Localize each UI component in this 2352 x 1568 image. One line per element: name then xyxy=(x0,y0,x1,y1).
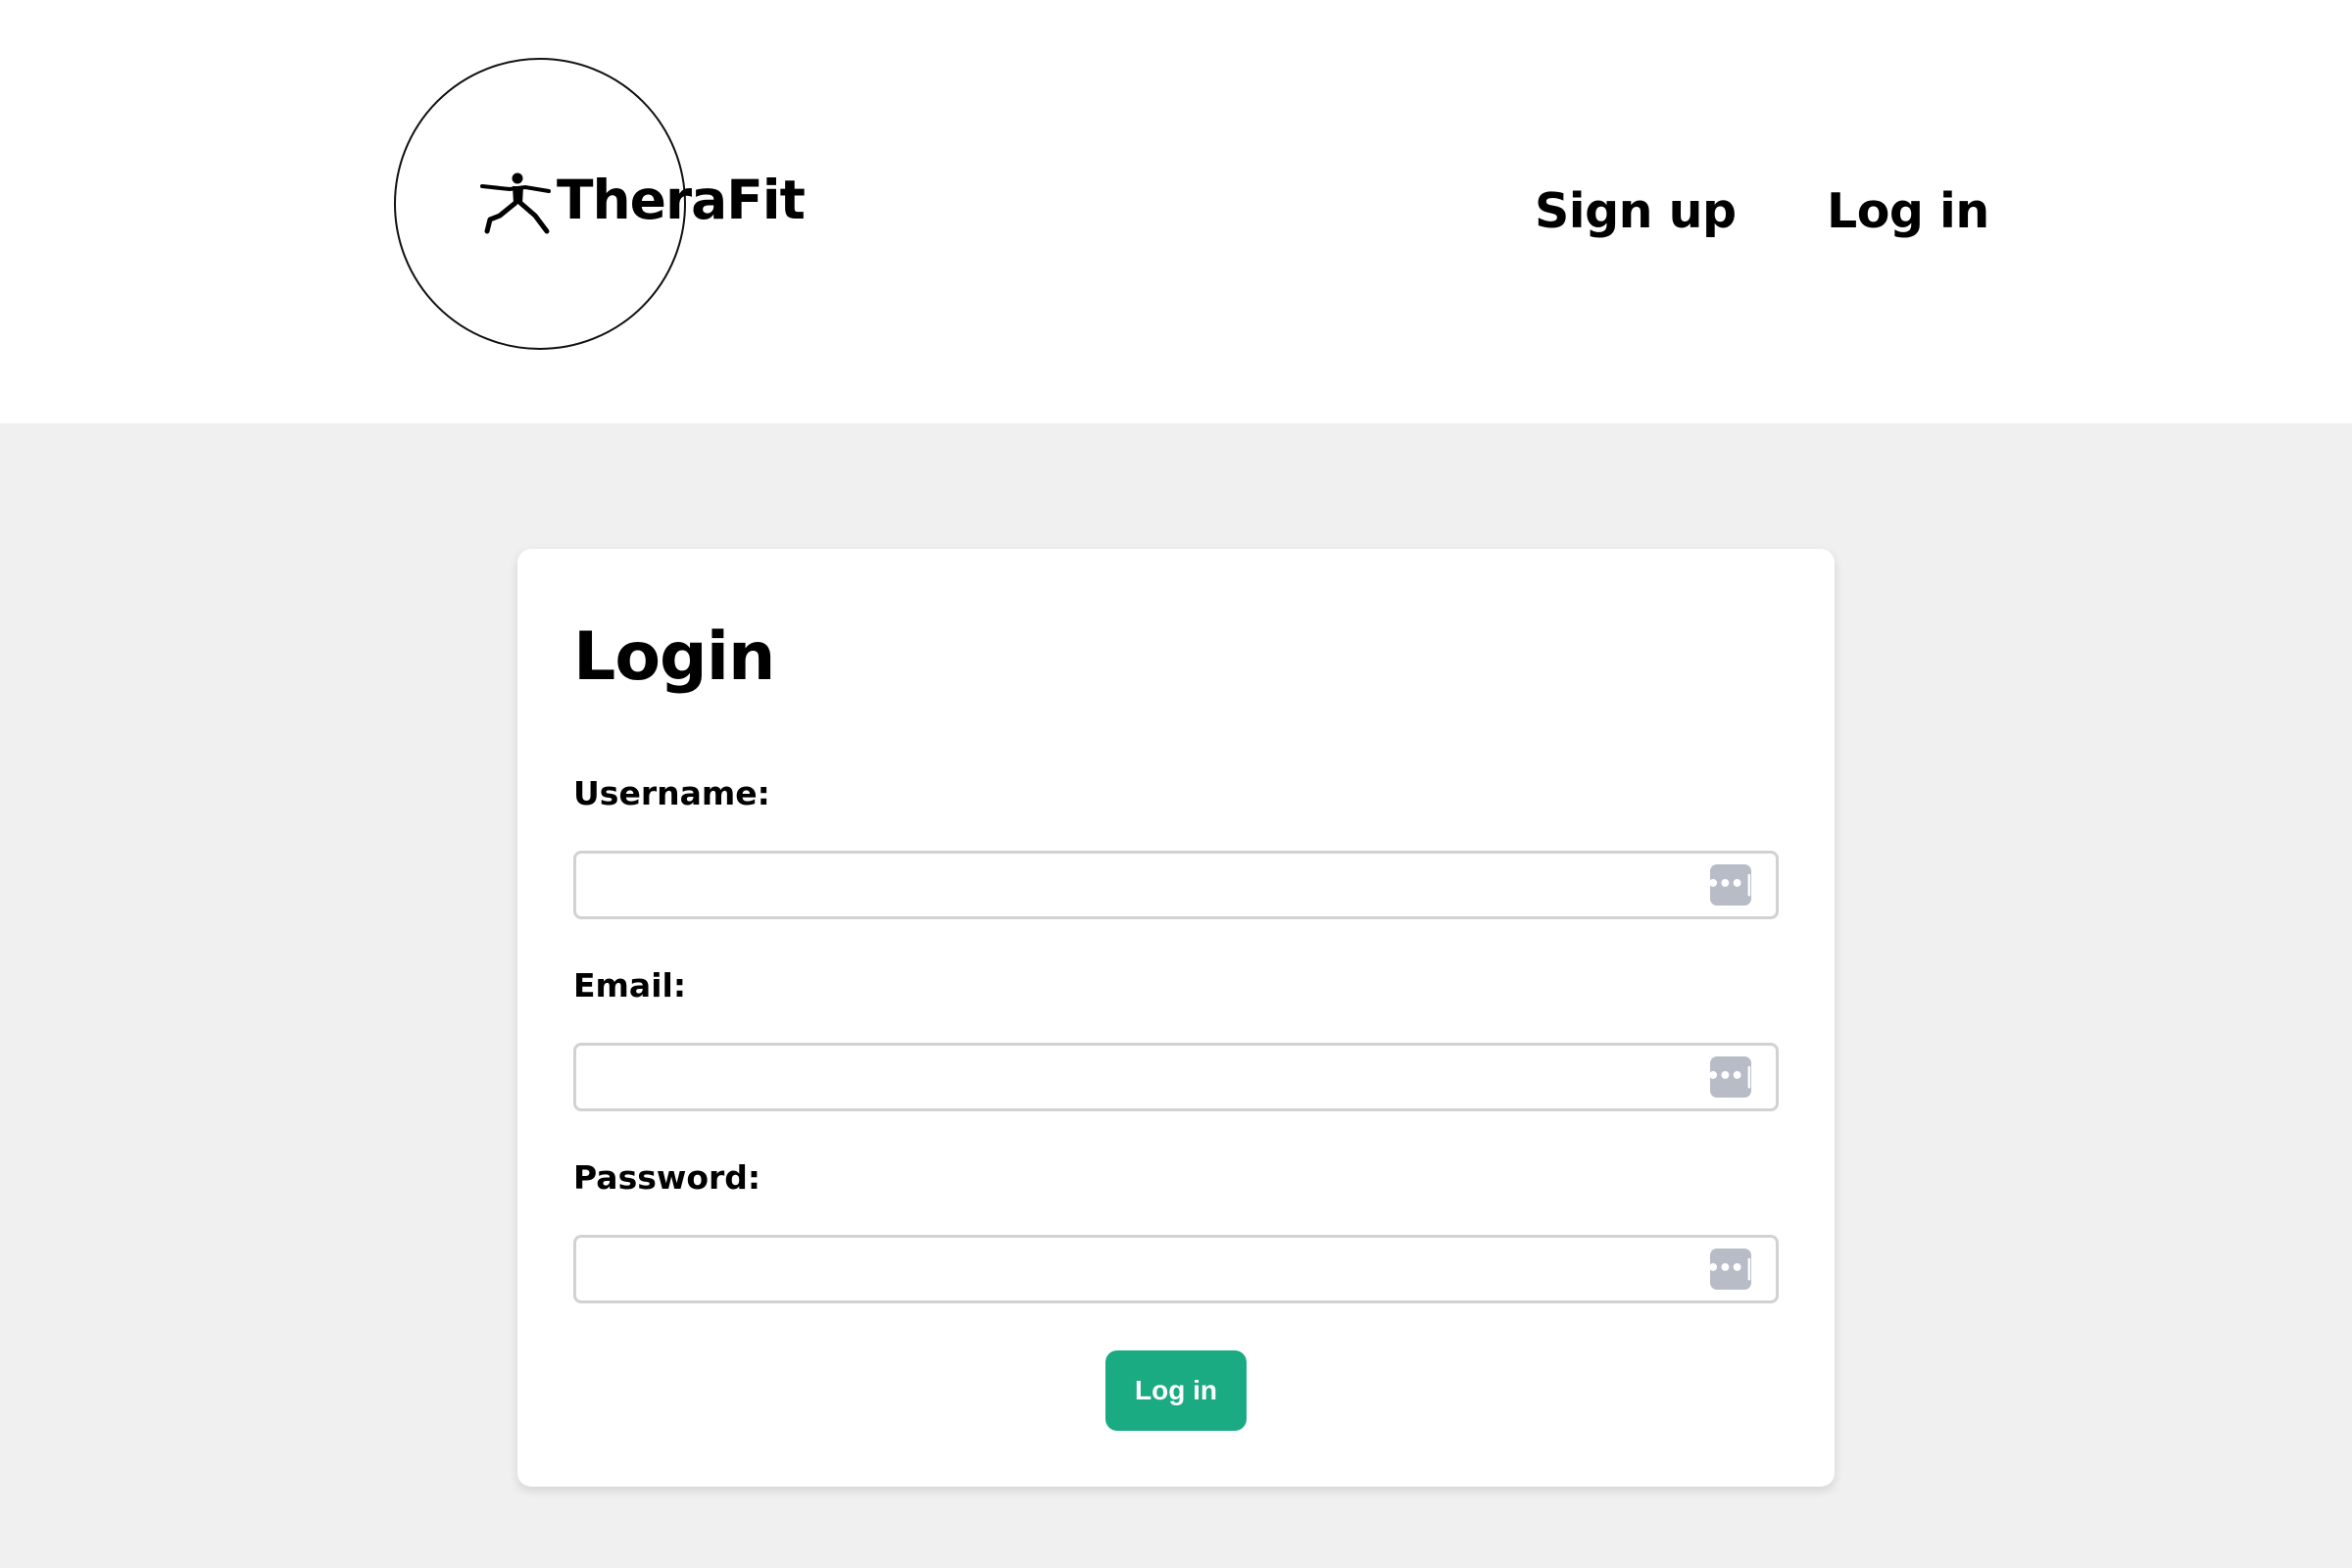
password-label: Password: xyxy=(573,1158,761,1197)
password-input[interactable] xyxy=(573,1235,1779,1303)
brand-name[interactable]: TheraFit xyxy=(557,169,806,231)
username-label: Username: xyxy=(573,774,770,812)
site-header: TheraFit Sign up Log in xyxy=(0,0,2352,423)
login-submit-button[interactable]: Log in xyxy=(1105,1350,1247,1431)
email-input[interactable] xyxy=(573,1043,1779,1111)
autofill-key-icon[interactable]: •••| xyxy=(1707,864,1755,906)
autofill-key-icon[interactable]: •••| xyxy=(1707,1249,1755,1290)
autofill-key-icon[interactable]: •••| xyxy=(1707,1056,1755,1098)
nav-signup-link[interactable]: Sign up xyxy=(1535,180,1737,243)
nav-login-link[interactable]: Log in xyxy=(1827,180,1989,243)
page-title: Login xyxy=(573,618,775,696)
login-card: Login Username: •••| Email: •••| Passwor… xyxy=(517,549,1835,1487)
email-label: Email: xyxy=(573,966,687,1004)
yoga-figure-icon xyxy=(480,172,551,234)
username-input[interactable] xyxy=(573,851,1779,919)
